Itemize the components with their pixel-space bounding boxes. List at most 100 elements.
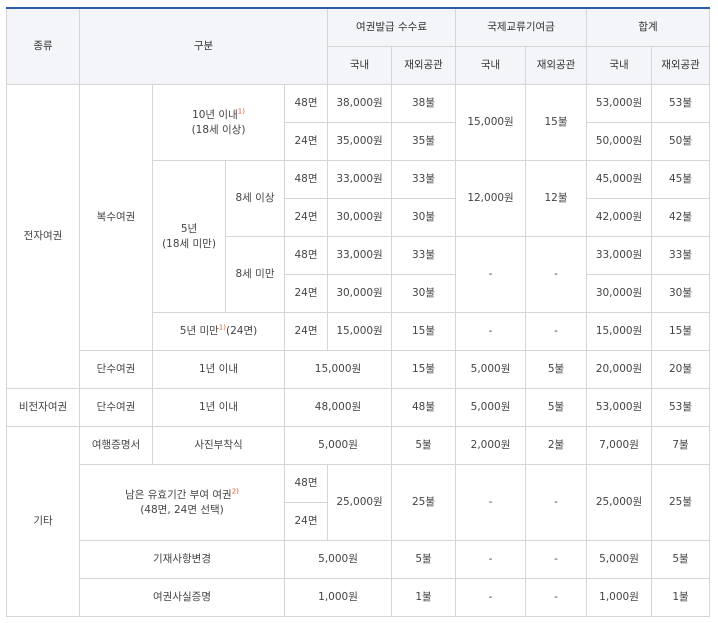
pages-cell: 48면 (283, 160, 329, 199)
value-cell: 30불 (391, 198, 457, 237)
value-cell: 2불 (525, 426, 588, 465)
pages-cell: 48면 (283, 84, 329, 123)
header-type: 종류 (6, 7, 80, 85)
footnote-marker-2: 2) (231, 487, 239, 495)
etc-remaining-validity-line2: (48면, 24면 선택) (140, 503, 224, 516)
value-cell: 12,000원 (455, 160, 527, 237)
value-cell: 48불 (391, 388, 457, 427)
header-fee: 여권발급 수수료 (327, 7, 457, 47)
header-category: 구분 (78, 7, 329, 85)
value-cell: 35,000원 (327, 122, 393, 161)
value-cell: 50,000원 (586, 122, 653, 161)
value-cell: 30,000원 (327, 198, 393, 237)
period-one-year: 1년 이내 (152, 388, 285, 427)
value-cell: 15불 (651, 312, 711, 351)
period-under-5-prefix: 5년 미만 (179, 325, 219, 337)
group-nonelectronic: 비전자여권 (6, 388, 80, 427)
header-intl-domestic: 국내 (455, 46, 527, 85)
value-cell: 30,000원 (327, 274, 393, 313)
value-cell: 42불 (651, 198, 711, 237)
table-row: 기타 여행증명서 사진부착식 5,000원 5불 2,000원 2불 7,000… (6, 426, 711, 617)
value-cell: 15,000원 (283, 350, 393, 389)
value-cell: 5,000원 (455, 388, 527, 427)
value-cell: 5불 (391, 426, 457, 465)
value-cell: 25불 (391, 464, 457, 541)
value-cell: - (455, 464, 527, 541)
period-five-years: 5년 (18세 미만) (152, 160, 226, 313)
pages-cell: 24면 (283, 274, 329, 313)
value-cell: 5불 (525, 350, 588, 389)
value-cell: 15불 (391, 350, 457, 389)
value-cell: 1불 (391, 578, 457, 617)
period-under-5: 5년 미만1) (24면) (152, 312, 285, 351)
group-single: 단수여권 (79, 388, 153, 427)
value-cell: 33,000원 (327, 160, 393, 199)
pages-cell: 24면 (283, 122, 329, 161)
value-cell: 1,000원 (586, 578, 653, 617)
value-cell: 38불 (391, 84, 457, 123)
value-cell: 5불 (525, 388, 588, 427)
table-row: 비전자여권 단수여권 1년 이내 48,000원 48불 5,000원 5불 5… (6, 388, 711, 427)
value-cell: 5,000원 (586, 540, 653, 579)
header-intl-contribution: 국제교류기여금 (455, 7, 588, 47)
table-row: 여권사실증명 1,000원 1불 - - 1,000원 1불 (7, 578, 711, 617)
value-cell: 45불 (651, 160, 711, 199)
value-cell: 33불 (391, 236, 457, 275)
table-row: 단수여권 1년 이내 15,000원 15불 5,000원 5불 20,000원… (7, 350, 711, 389)
value-cell: 25,000원 (586, 464, 653, 541)
etc-fact-certificate: 여권사실증명 (79, 578, 285, 617)
value-cell: 15불 (391, 312, 457, 351)
header-total: 합계 (586, 7, 711, 47)
etc-amendment: 기재사항변경 (79, 540, 285, 579)
value-cell: 15,000원 (586, 312, 653, 351)
value-cell: 30불 (651, 274, 711, 313)
value-cell: 15불 (525, 84, 588, 161)
passport-fee-table: 종류 구분 여권발급 수수료 국제교류기여금 합계 국내 재외공관 국내 재외공… (6, 7, 711, 617)
etc-travel-certificate: 여행증명서 (79, 426, 153, 465)
value-cell: 33불 (651, 236, 711, 275)
period-one-year: 1년 이내 (152, 350, 285, 389)
group-etc: 기타 (6, 426, 80, 617)
footnote-marker-1: 1) (237, 107, 245, 115)
value-cell: 30불 (391, 274, 457, 313)
value-cell: 5,000원 (455, 350, 527, 389)
value-cell: 15,000원 (455, 84, 527, 161)
value-cell: - (525, 464, 588, 541)
value-cell: 1,000원 (283, 578, 393, 617)
table-row: 남은 유효기간 부여 여권2) (48면, 24면 선택) 48면 25,000… (7, 464, 711, 541)
period-five-years-line2: (18세 미만) (162, 237, 216, 250)
header-fee-overseas: 재외공관 (391, 46, 457, 85)
value-cell: - (525, 312, 588, 351)
footnote-marker-1: 1) (218, 323, 226, 332)
value-cell: 12불 (525, 160, 588, 237)
value-cell: 5,000원 (283, 540, 393, 579)
value-cell: - (525, 540, 588, 579)
period-five-years-line1: 5년 (180, 222, 198, 235)
period-ten-years: 10년 이내1) (18세 이상) (152, 84, 285, 161)
value-cell: 45,000원 (586, 160, 653, 199)
value-cell: 33,000원 (327, 236, 393, 275)
pages-cell: 48면 (283, 236, 329, 275)
header-total-domestic: 국내 (586, 46, 653, 85)
value-cell: 7불 (651, 426, 711, 465)
header-fee-domestic: 국내 (327, 46, 393, 85)
age-8-under: 8세 미만 (225, 236, 285, 313)
value-cell: 7,000원 (586, 426, 653, 465)
value-cell: 20,000원 (586, 350, 653, 389)
value-cell: 25,000원 (327, 464, 393, 541)
value-cell: 48,000원 (283, 388, 393, 427)
group-single: 단수여권 (79, 350, 153, 389)
pages-cell: 24면 (283, 312, 329, 351)
value-cell: 53불 (651, 388, 711, 427)
value-cell: 5,000원 (283, 426, 393, 465)
value-cell: 25불 (651, 464, 711, 541)
pages-cell: 24면 (283, 198, 329, 237)
value-cell: 33,000원 (586, 236, 653, 275)
etc-remaining-validity-line1: 남은 유효기간 부여 여권 (125, 488, 232, 501)
age-8-over: 8세 이상 (225, 160, 285, 237)
table-row: 전자여권 복수여권 10년 이내1) (18세 이상) 48면 38,000원 … (6, 84, 711, 389)
value-cell: 30,000원 (586, 274, 653, 313)
table-row: 기재사항변경 5,000원 5불 - - 5,000원 5불 (7, 540, 711, 579)
value-cell: 15,000원 (327, 312, 393, 351)
value-cell: - (455, 578, 527, 617)
